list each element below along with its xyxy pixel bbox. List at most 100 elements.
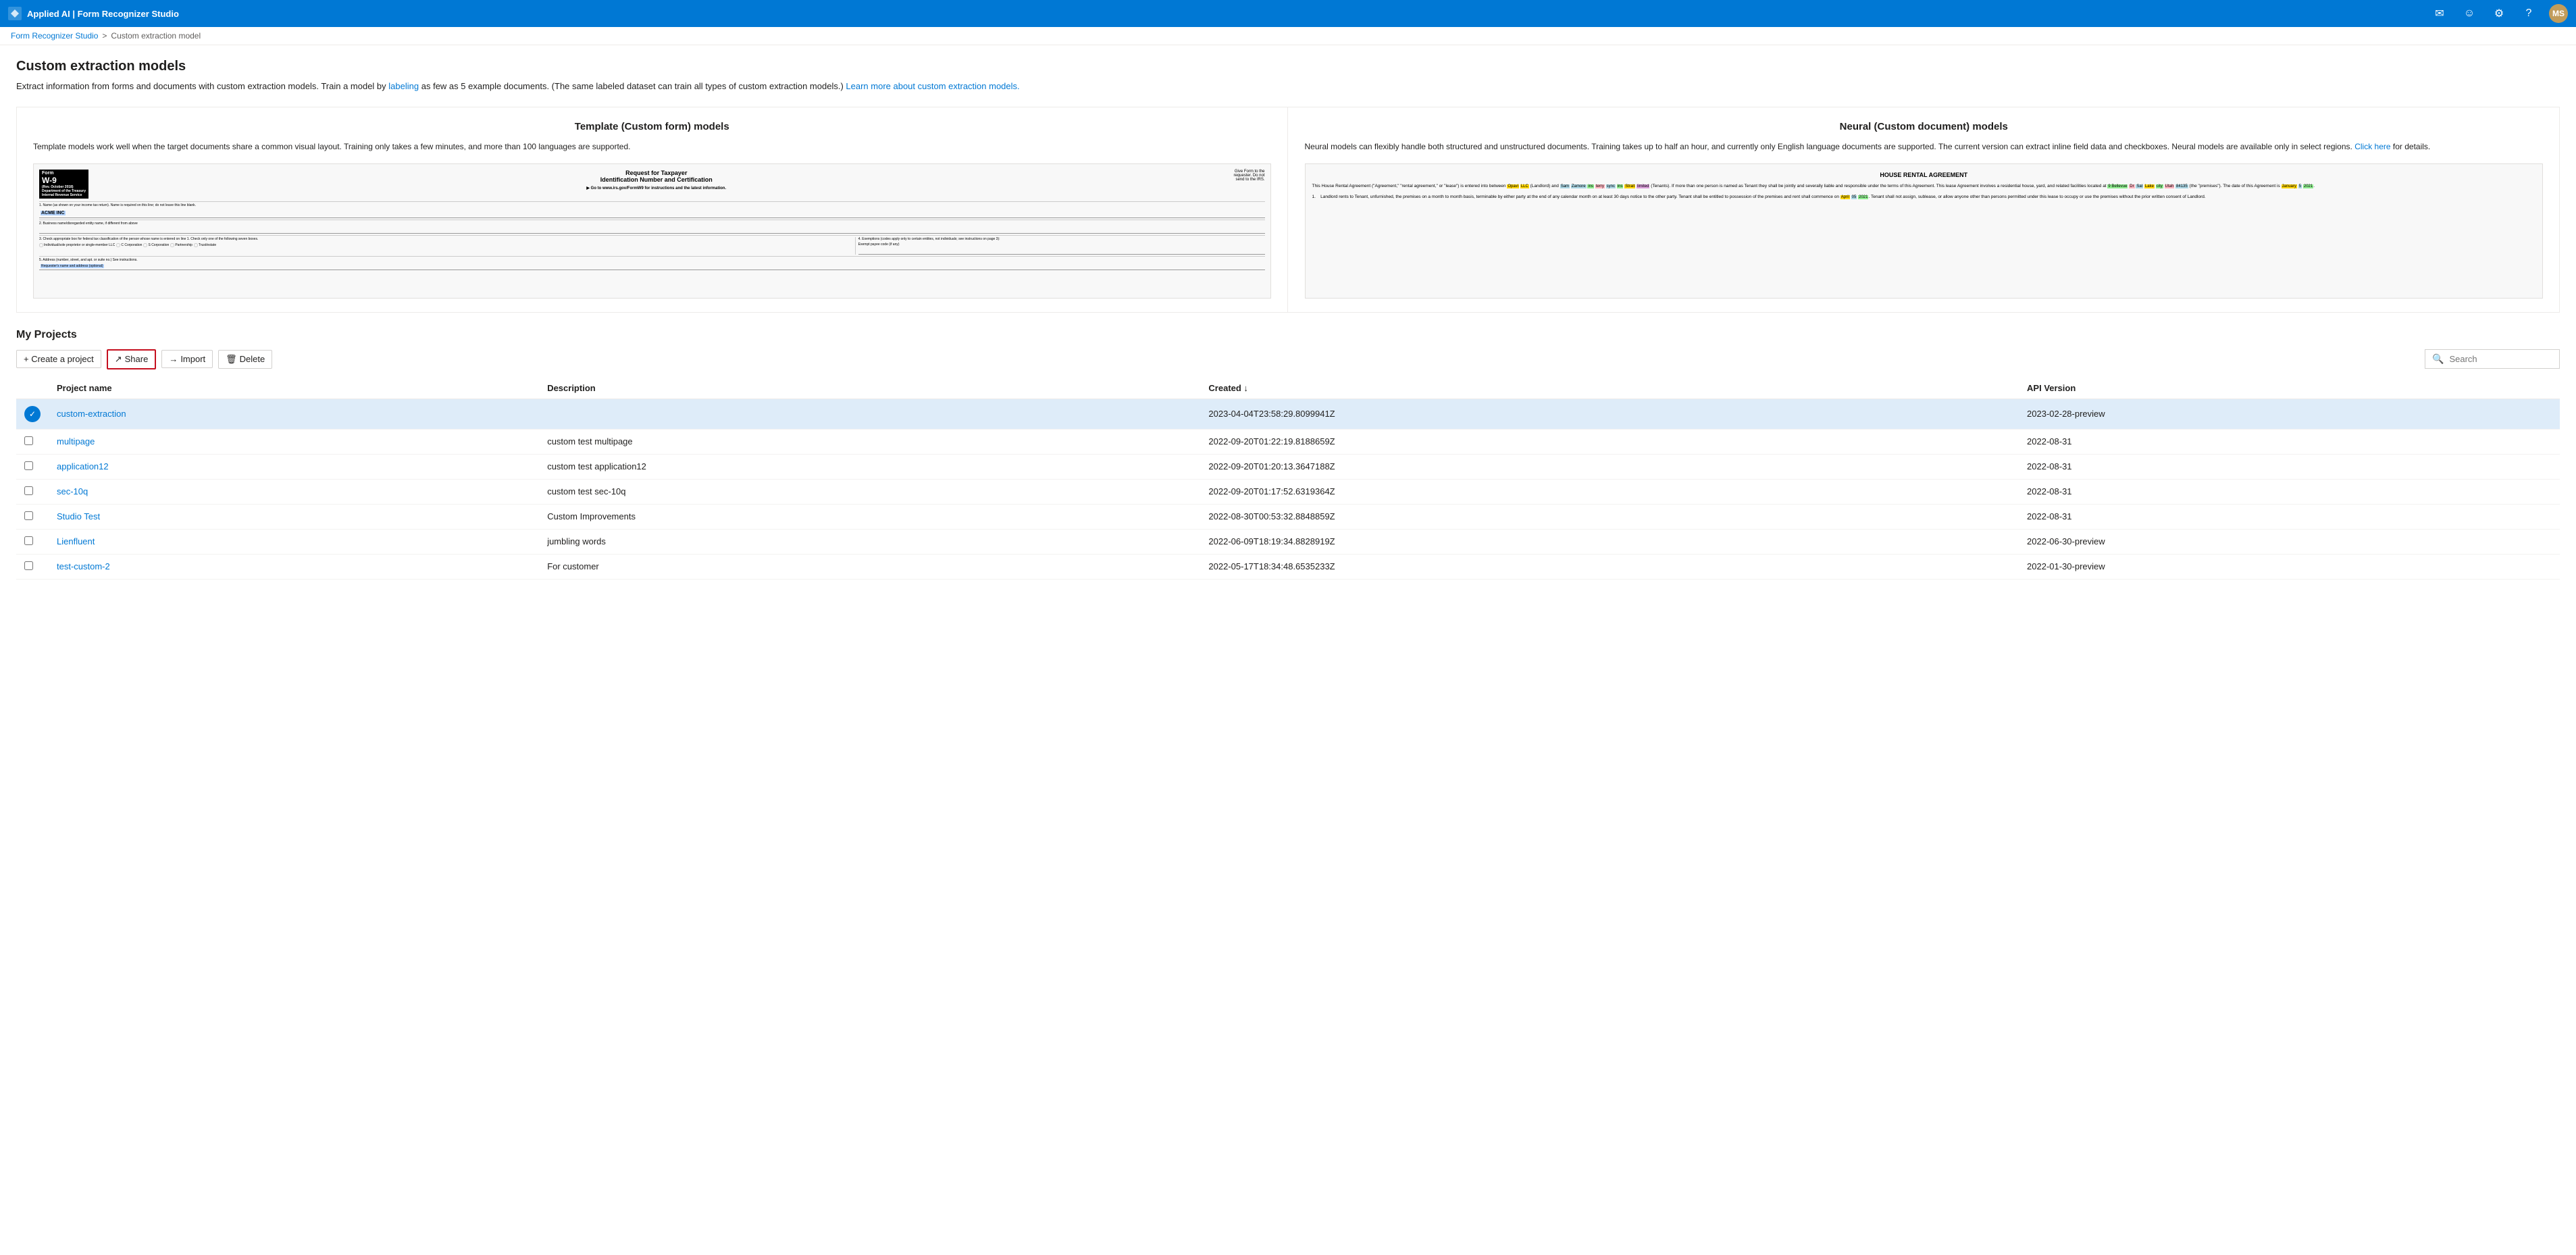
neural-card-title: Neural (Custom document) models — [1305, 121, 2544, 132]
breadcrumb-separator: > — [102, 31, 107, 41]
w9-name-field: ACME INC — [41, 211, 66, 215]
row-project-name[interactable]: application12 — [49, 454, 539, 479]
row-select-cell[interactable] — [16, 554, 49, 579]
settings-icon-button[interactable]: ⚙ — [2490, 4, 2508, 23]
mail-icon-button[interactable]: ✉ — [2430, 4, 2449, 23]
page-title: Custom extraction models — [16, 59, 2560, 74]
create-project-button[interactable]: + Create a project — [16, 350, 101, 368]
row-api-version: 2022-08-31 — [2019, 504, 2560, 529]
entity-sal: Sal — [2136, 184, 2143, 188]
row-select-cell[interactable] — [16, 429, 49, 454]
project-link[interactable]: sec-10q — [57, 486, 88, 496]
learn-more-link[interactable]: Learn more about custom extraction model… — [846, 81, 1019, 91]
project-link[interactable]: multipage — [57, 436, 95, 446]
table-row[interactable]: test-custom-2For customer2022-05-17T18:3… — [16, 554, 2560, 579]
table-row[interactable]: application12custom test application1220… — [16, 454, 2560, 479]
project-link[interactable]: test-custom-2 — [57, 561, 110, 571]
entity-dr: Dr — [2129, 184, 2134, 188]
model-cards-container: Template (Custom form) models Template m… — [16, 107, 2560, 313]
app-logo-icon — [8, 7, 22, 20]
entity-utah: Utah — [2165, 184, 2175, 188]
share-button[interactable]: ↗ Share — [107, 349, 157, 369]
row-checkbox[interactable] — [24, 461, 33, 470]
row-select-cell[interactable]: ✓ — [16, 399, 49, 429]
row-api-version: 2023-02-28-preview — [2019, 399, 2560, 429]
entity-january: January — [2282, 184, 2297, 188]
project-link[interactable]: custom-extraction — [57, 409, 126, 419]
th-project-name[interactable]: Project name — [49, 378, 539, 399]
entity-ins: ins — [1587, 184, 1594, 188]
entity-strait: Strait — [1624, 184, 1635, 188]
user-avatar[interactable]: MS — [2549, 4, 2568, 23]
row-created: 2022-05-17T18:34:48.6535233Z — [1200, 554, 2019, 579]
breadcrumb-root-link[interactable]: Form Recognizer Studio — [11, 31, 98, 41]
breadcrumb-current: Custom extraction model — [111, 31, 201, 41]
project-link[interactable]: application12 — [57, 461, 109, 471]
w9-form-preview: Form W-9 (Rev. October 2018) Department … — [34, 164, 1270, 277]
share-icon: ↗ — [115, 354, 122, 365]
neural-card-description: Neural models can flexibly handle both s… — [1305, 140, 2544, 153]
labeling-link[interactable]: labeling — [388, 81, 419, 91]
row-created: 2022-09-20T01:22:19.8188659Z — [1200, 429, 2019, 454]
row-checkbox[interactable] — [24, 536, 33, 545]
row-project-name[interactable]: sec-10q — [49, 479, 539, 504]
search-input[interactable] — [2449, 354, 2550, 364]
desc-part1: Extract information from forms and docum… — [16, 81, 386, 91]
breadcrumb: Form Recognizer Studio > Custom extracti… — [0, 27, 2576, 45]
delete-button[interactable]: 🗑 Delete — [218, 350, 272, 369]
row-select-cell[interactable] — [16, 454, 49, 479]
my-projects-title: My Projects — [16, 329, 2560, 341]
search-box[interactable]: 🔍 — [2425, 349, 2560, 369]
row-select-cell[interactable] — [16, 529, 49, 554]
row-project-name[interactable]: Lienfluent — [49, 529, 539, 554]
delete-icon: 🗑 — [226, 354, 237, 365]
neural-card-image: HOUSE RENTAL AGREEMENT This House Rental… — [1305, 163, 2544, 299]
toolbar-left-actions: + Create a project ↗ Share → Import 🗑 De… — [16, 349, 272, 369]
row-created: 2023-04-04T23:58:29.8099941Z — [1200, 399, 2019, 429]
table-row[interactable]: Studio TestCustom Improvements2022-08-30… — [16, 504, 2560, 529]
row-project-name[interactable]: multipage — [49, 429, 539, 454]
click-here-link[interactable]: Click here — [2354, 142, 2390, 151]
row-description: custom test multipage — [539, 429, 1200, 454]
row-checkbox[interactable] — [24, 486, 33, 495]
row-api-version: 2022-08-31 — [2019, 429, 2560, 454]
template-card-description: Template models work well when the targe… — [33, 140, 1271, 153]
entity-zamore: Zamore — [1571, 184, 1587, 188]
emoji-icon-button[interactable]: ☺ — [2460, 4, 2479, 23]
projects-toolbar: + Create a project ↗ Share → Import 🗑 De… — [16, 349, 2560, 369]
row-select-cell[interactable] — [16, 479, 49, 504]
row-checkbox[interactable] — [24, 511, 33, 520]
row-project-name[interactable]: custom-extraction — [49, 399, 539, 429]
row-project-name[interactable]: Studio Test — [49, 504, 539, 529]
template-card-image: Form W-9 (Rev. October 2018) Department … — [33, 163, 1271, 299]
table-row[interactable]: multipage custom test multipage2022-09-20… — [16, 429, 2560, 454]
import-button[interactable]: → Import — [161, 350, 213, 368]
table-row[interactable]: sec-10qcustom test sec-10q2022-09-20T01:… — [16, 479, 2560, 504]
row-checkbox[interactable] — [24, 561, 33, 570]
row-select-cell[interactable] — [16, 504, 49, 529]
row-project-name[interactable]: test-custom-2 — [49, 554, 539, 579]
rental-doc-preview: HOUSE RENTAL AGREEMENT This House Rental… — [1306, 164, 2543, 208]
table-header: Project name Description Created ↓ API V… — [16, 378, 2560, 399]
help-icon-button[interactable]: ? — [2519, 4, 2538, 23]
entity-bellevue: 9 Bellevue — [2107, 184, 2128, 188]
project-link[interactable]: Studio Test — [57, 511, 100, 521]
w9-classification-row: 3. Check appropriate box for federal tax… — [39, 235, 1265, 256]
project-link[interactable]: Lienfluent — [57, 536, 95, 546]
w9-name-row: 1. Name (as shown on your income tax ret… — [39, 201, 1265, 220]
projects-table: Project name Description Created ↓ API V… — [16, 378, 2560, 580]
entity-5: 5 — [2298, 184, 2302, 188]
rental-doc-title: HOUSE RENTAL AGREEMENT — [1312, 171, 2536, 180]
row-created: 2022-09-20T01:20:13.3647188Z — [1200, 454, 2019, 479]
main-content: Custom extraction models Extract informa… — [0, 45, 2576, 593]
app-brand: Applied AI | Form Recognizer Studio — [8, 7, 179, 20]
w9-header: Form W-9 (Rev. October 2018) Department … — [39, 170, 1265, 199]
entity-llc: LLC — [1520, 184, 1529, 188]
table-row[interactable]: ✓ custom-extraction 2023-04-04T23:58:29.80… — [16, 399, 2560, 429]
table-row[interactable]: Lienfluentjumbling words2022-06-09T18:19… — [16, 529, 2560, 554]
entity-2021: 2021 — [2303, 184, 2313, 188]
entity-2021-2: 2021 — [1858, 195, 1868, 199]
row-checkbox[interactable] — [24, 436, 33, 445]
th-created[interactable]: Created ↓ — [1200, 378, 2019, 399]
row-created: 2022-08-30T00:53:32.8848859Z — [1200, 504, 2019, 529]
